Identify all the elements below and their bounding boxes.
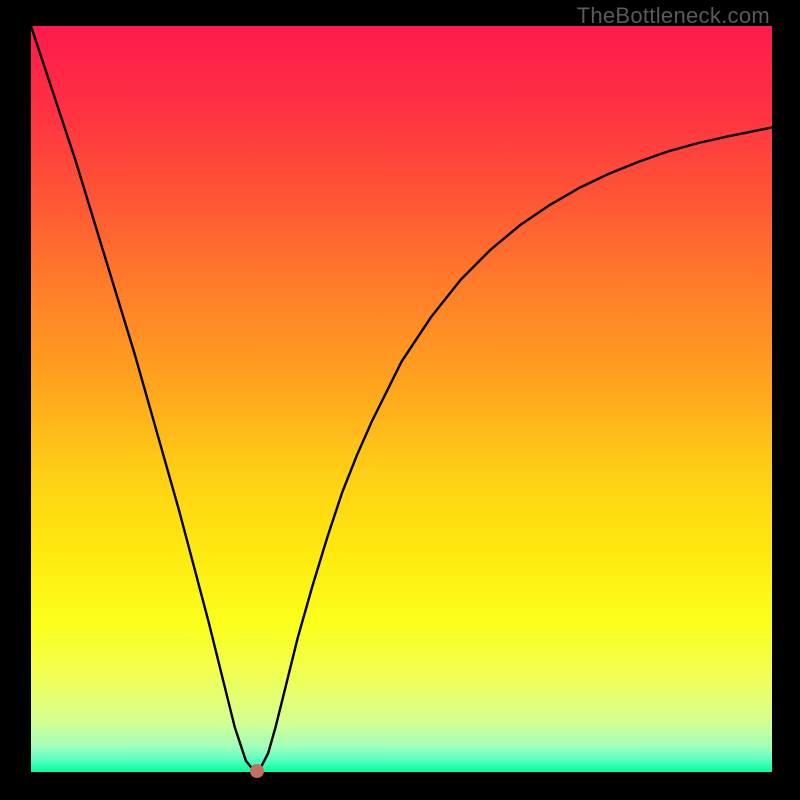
bottleneck-curve	[31, 26, 772, 772]
plot-area	[31, 26, 772, 772]
optimal-point-marker	[250, 764, 264, 778]
watermark-text: TheBottleneck.com	[577, 3, 770, 29]
